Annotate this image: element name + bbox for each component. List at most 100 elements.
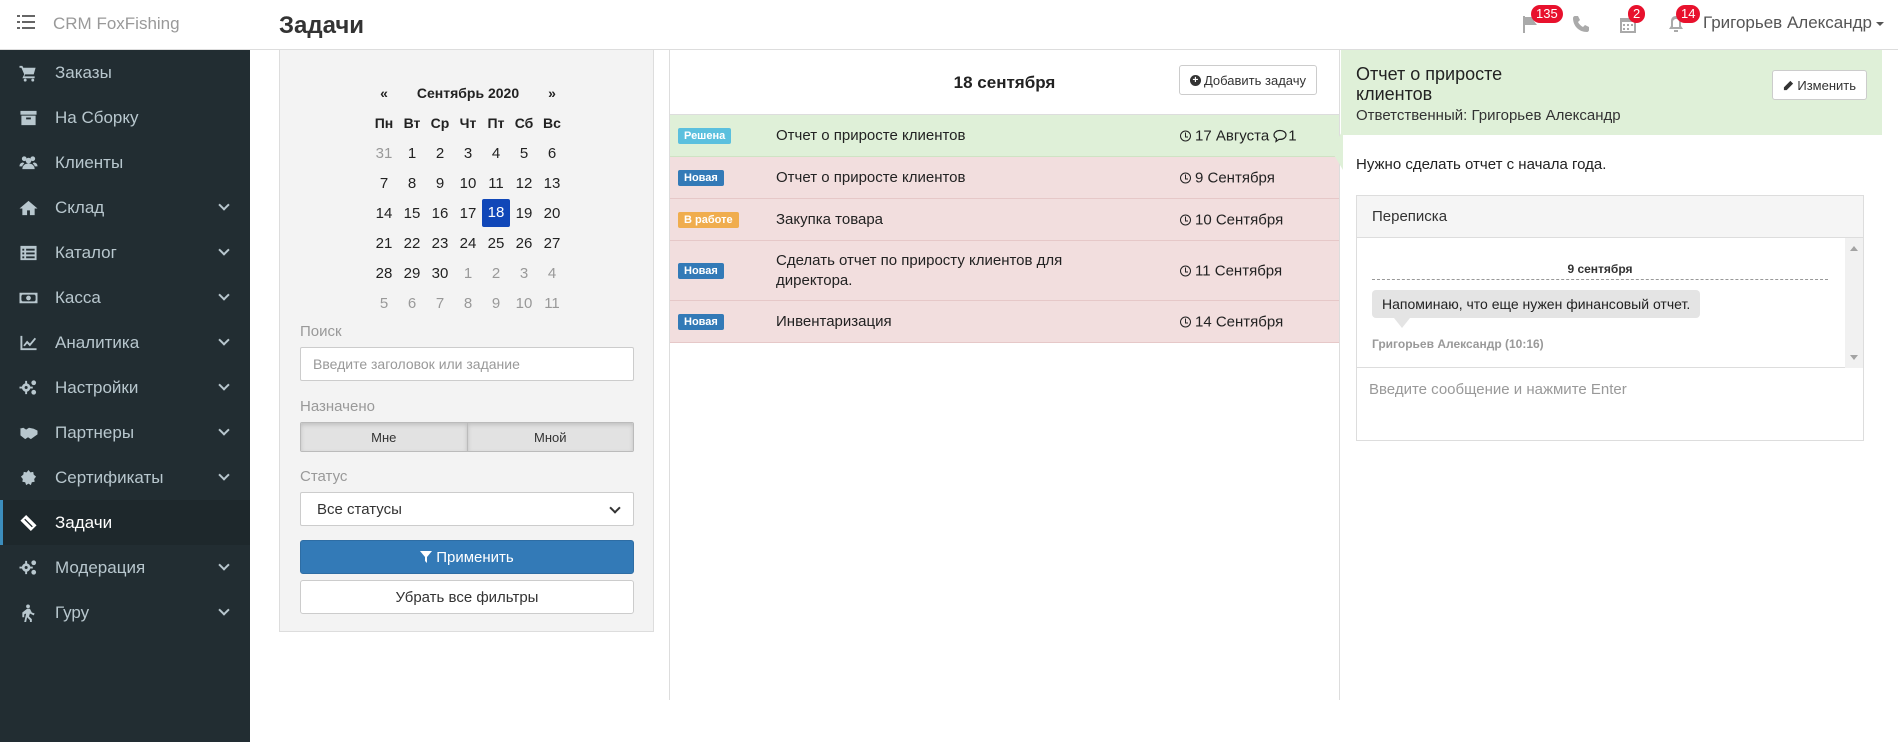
calendar-day[interactable]: 17 — [454, 198, 482, 228]
sidebar-item-label: Каталог — [55, 242, 117, 262]
sidebar-item-label: Заказы — [55, 62, 112, 82]
task-due: 9 Сентября — [1180, 169, 1275, 186]
menu-toggle-icon[interactable] — [17, 15, 35, 31]
assigned-by-me-button[interactable]: Мной — [467, 423, 633, 451]
calendar-day[interactable]: 8 — [454, 288, 482, 318]
clear-filters-button[interactable]: Убрать все фильтры — [300, 580, 634, 614]
calendar-day[interactable]: 20 — [538, 198, 566, 228]
chat-messages[interactable]: 9 сентября Напоминаю, что еще нужен фина… — [1357, 238, 1863, 368]
apply-button[interactable]: Применить — [300, 540, 634, 574]
calendar-day[interactable]: 12 — [510, 168, 538, 198]
calendar-day[interactable]: 4 — [538, 258, 566, 288]
chevron-down-icon — [218, 469, 230, 481]
sidebar-item-2[interactable]: Клиенты — [0, 140, 250, 185]
calendar-day[interactable]: 18 — [482, 198, 510, 228]
calendar-day[interactable]: 5 — [370, 288, 398, 318]
calendar-day[interactable]: 3 — [454, 138, 482, 168]
sidebar-item-8[interactable]: Партнеры — [0, 410, 250, 455]
edit-task-button[interactable]: Изменить — [1772, 70, 1867, 100]
sidebar-item-label: Модерация — [55, 557, 146, 577]
calendar-day[interactable]: 16 — [426, 198, 454, 228]
calendar-day[interactable]: 30 — [426, 258, 454, 288]
top-bar: CRM FoxFishing Задачи 135 2 14 Григорьев… — [0, 0, 1898, 50]
calendar-day[interactable]: 11 — [482, 168, 510, 198]
task-row[interactable]: В работе Закупка товара 10 Сентября — [670, 199, 1339, 241]
calendar-day[interactable]: 31 — [370, 138, 398, 168]
calendar-next-button[interactable]: » — [538, 78, 566, 108]
sidebar-item-9[interactable]: Сертификаты — [0, 455, 250, 500]
calendar-day[interactable]: 13 — [538, 168, 566, 198]
sidebar-item-5[interactable]: Касса — [0, 275, 250, 320]
calendar-day[interactable]: 6 — [398, 288, 426, 318]
walker-icon — [18, 603, 38, 622]
calendar-weekday: Вс — [543, 115, 561, 131]
sidebar-item-label: Партнеры — [55, 422, 135, 442]
calendar-button[interactable]: 2 — [1618, 5, 1646, 36]
calendar-day[interactable]: 9 — [482, 288, 510, 318]
sidebar-item-label: Сертификаты — [55, 467, 164, 487]
calendar-day[interactable]: 28 — [370, 258, 398, 288]
calendar-day[interactable]: 11 — [538, 288, 566, 318]
calendar-day[interactable]: 4 — [482, 138, 510, 168]
calendar-day[interactable]: 29 — [398, 258, 426, 288]
calendar-day[interactable]: 15 — [398, 198, 426, 228]
task-detail-responsible: Ответственный: Григорьев Александр — [1356, 107, 1621, 124]
calendar-day[interactable]: 10 — [510, 288, 538, 318]
calendar-day[interactable]: 23 — [426, 228, 454, 258]
calendar-day[interactable]: 7 — [370, 168, 398, 198]
calendar-day[interactable]: 10 — [454, 168, 482, 198]
sidebar-item-7[interactable]: Настройки — [0, 365, 250, 410]
apply-label: Применить — [436, 548, 514, 566]
task-row[interactable]: Новая Сделать отчет по приросту клиентов … — [670, 241, 1339, 301]
sidebar-item-4[interactable]: Каталог — [0, 230, 250, 275]
search-input[interactable]: Введите заголовок или задание — [300, 347, 634, 381]
sidebar-item-6[interactable]: Аналитика — [0, 320, 250, 365]
chat-input[interactable]: Введите сообщение и нажмите Enter — [1357, 369, 1863, 441]
clock-icon — [1180, 214, 1191, 225]
sidebar-item-12[interactable]: Гуру — [0, 590, 250, 635]
plus-circle-icon: + — [1189, 74, 1201, 86]
calendar-day[interactable]: 22 — [398, 228, 426, 258]
task-title: Инвентаризация — [776, 312, 892, 330]
sidebar-item-0[interactable]: Заказы — [0, 50, 250, 95]
calendar-day[interactable]: 1 — [454, 258, 482, 288]
brand-logo[interactable]: CRM FoxFishing — [53, 14, 180, 34]
calendar-day[interactable]: 6 — [538, 138, 566, 168]
scroll-down-icon[interactable] — [1850, 355, 1858, 360]
sidebar-item-10[interactable]: Задачи — [0, 500, 250, 545]
calendar-day[interactable]: 9 — [426, 168, 454, 198]
phone-button[interactable] — [1571, 14, 1593, 36]
task-title: Закупка товара — [776, 210, 884, 228]
task-row[interactable]: Новая Инвентаризация 14 Сентября — [670, 301, 1339, 343]
calendar-prev-button[interactable]: « — [370, 78, 398, 108]
calendar-day[interactable]: 8 — [398, 168, 426, 198]
calendar-day[interactable]: 7 — [426, 288, 454, 318]
calendar-day[interactable]: 3 — [510, 258, 538, 288]
calendar-day[interactable]: 24 — [454, 228, 482, 258]
flag-notifications-button[interactable]: 135 — [1521, 5, 1563, 36]
calendar-day[interactable]: 5 — [510, 138, 538, 168]
calendar-day[interactable]: 2 — [426, 138, 454, 168]
sidebar-item-1[interactable]: На Сборку — [0, 95, 250, 140]
calendar-day[interactable]: 19 — [510, 198, 538, 228]
scroll-up-icon[interactable] — [1850, 246, 1858, 251]
user-menu[interactable]: Григорьев Александр — [1703, 13, 1884, 33]
task-row[interactable]: Новая Отчет о приросте клиентов 9 Сентября — [670, 157, 1339, 199]
add-task-button[interactable]: + Добавить задачу — [1178, 65, 1317, 95]
calendar-day[interactable]: 26 — [510, 228, 538, 258]
calendar-day[interactable]: 1 — [398, 138, 426, 168]
calendar-day[interactable]: 2 — [482, 258, 510, 288]
bell-button[interactable]: 14 — [1666, 5, 1701, 36]
calendar: « Сентябрь 2020 » Пн Вт Ср Чт Пт Сб Вс 31 1 2 3 4 5… — [370, 78, 566, 318]
calendar-day[interactable]: 25 — [482, 228, 510, 258]
status-select[interactable]: Все статусы — [300, 492, 634, 526]
sidebar-item-3[interactable]: Склад — [0, 185, 250, 230]
assigned-to-me-button[interactable]: Мне — [301, 423, 468, 451]
calendar-day[interactable]: 14 — [370, 198, 398, 228]
sidebar-item-11[interactable]: Модерация — [0, 545, 250, 590]
calendar-month[interactable]: Сентябрь 2020 — [398, 78, 538, 108]
chat-scrollbar[interactable] — [1845, 238, 1863, 368]
task-row[interactable]: Решена Отчет о приросте клиентов 17 Август… — [670, 115, 1339, 157]
calendar-day[interactable]: 21 — [370, 228, 398, 258]
calendar-day[interactable]: 27 — [538, 228, 566, 258]
